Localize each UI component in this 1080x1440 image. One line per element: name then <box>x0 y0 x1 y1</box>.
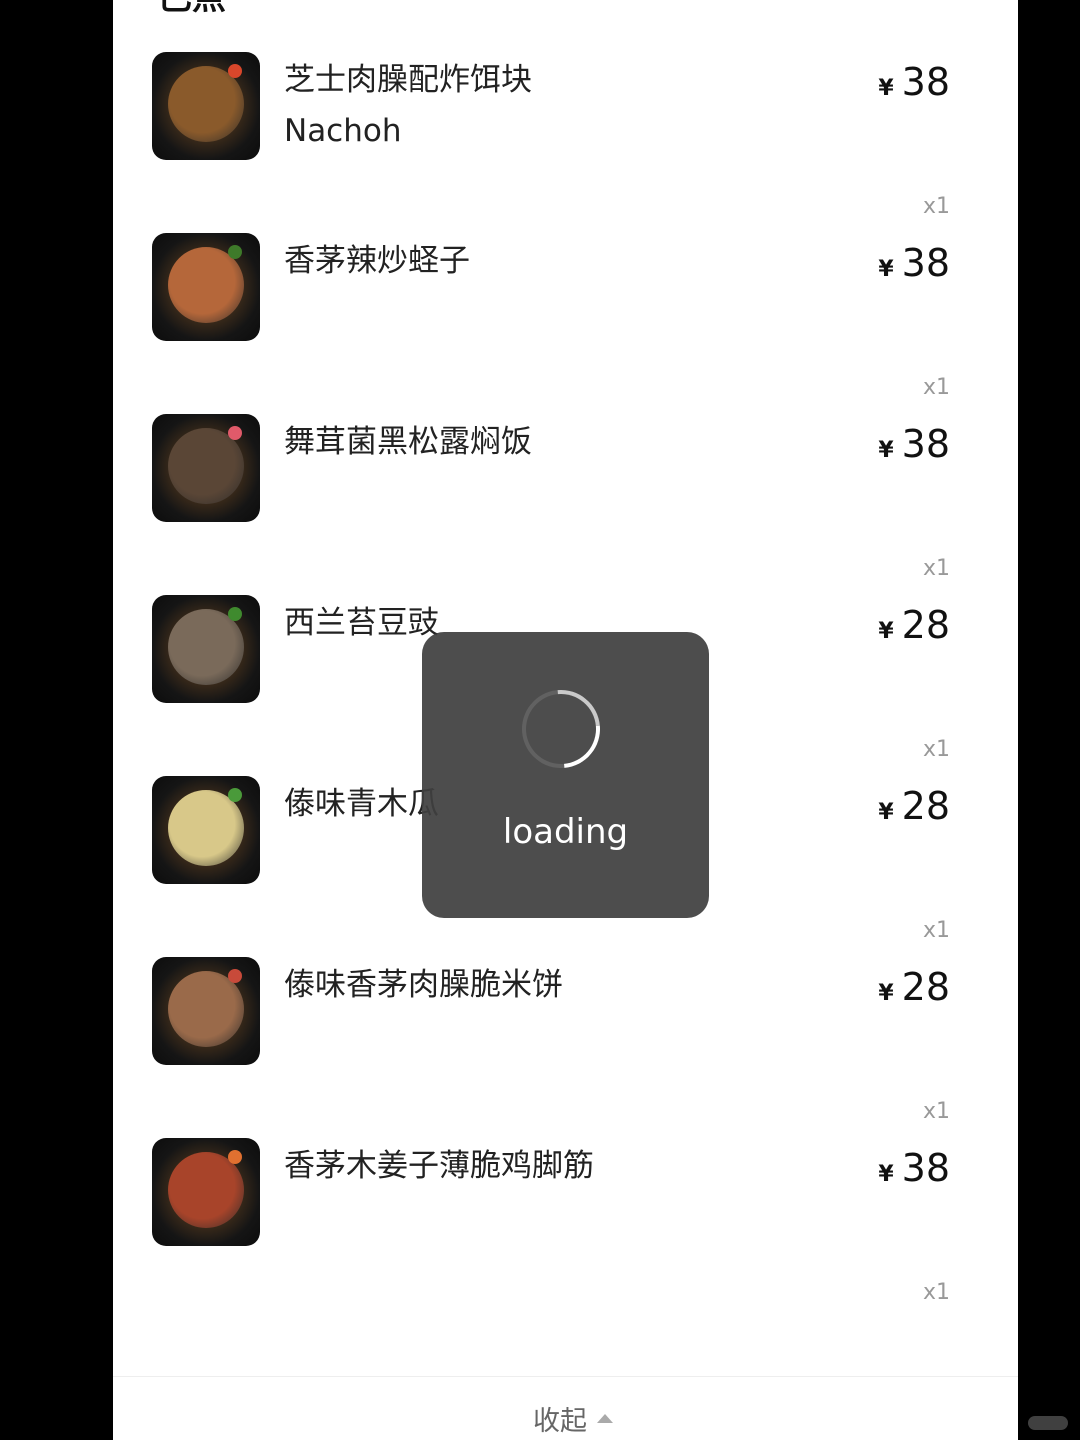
footer-bar: 收起 <box>113 1376 1018 1440</box>
dish-price: ¥28 <box>878 965 950 1009</box>
currency-symbol: ¥ <box>878 1162 894 1187</box>
price-amount: 38 <box>901 60 950 104</box>
dish-image <box>152 414 260 522</box>
collapse-button[interactable]: 收起 <box>533 1399 613 1438</box>
dish-quantity: x1 <box>922 918 950 943</box>
price-amount: 38 <box>901 1146 950 1190</box>
order-item[interactable]: 舞茸菌黑松露焖饭 ¥38 x1 <box>113 414 1018 595</box>
dish-name: 舞茸菌黑松露焖饭 <box>284 424 532 460</box>
dish-quantity: x1 <box>922 375 950 400</box>
dish-price: ¥28 <box>878 784 950 828</box>
dish-garnish <box>228 788 242 802</box>
collapse-label: 收起 <box>533 1406 587 1437</box>
loading-toast: loading <box>422 632 709 918</box>
dish-name: 香茅辣炒蛏子 <box>284 243 470 279</box>
dish-image <box>152 776 260 884</box>
dish-garnish <box>228 64 242 78</box>
price-amount: 38 <box>901 241 950 285</box>
currency-symbol: ¥ <box>878 800 894 825</box>
price-amount: 28 <box>901 784 950 828</box>
dish-garnish <box>228 245 242 259</box>
currency-symbol: ¥ <box>878 981 894 1006</box>
dish-garnish <box>228 1150 242 1164</box>
currency-symbol: ¥ <box>878 257 894 282</box>
price-amount: 28 <box>901 965 950 1009</box>
section-title: 已点 <box>158 0 226 18</box>
dish-price: ¥38 <box>878 60 950 104</box>
dish-garnish <box>228 969 242 983</box>
price-amount: 28 <box>901 603 950 647</box>
order-item[interactable]: 傣味香茅肉臊脆米饼 ¥28 x1 <box>113 957 1018 1138</box>
dish-quantity: x1 <box>922 1099 950 1124</box>
dish-image <box>152 1138 260 1246</box>
dish-image <box>152 52 260 160</box>
dish-quantity: x1 <box>922 194 950 219</box>
dish-image <box>152 595 260 703</box>
dish-price: ¥38 <box>878 241 950 285</box>
dish-name: 傣味香茅肉臊脆米饼 <box>284 967 563 1003</box>
order-item[interactable]: 香茅木姜子薄脆鸡脚筋 ¥38 x1 <box>113 1138 1018 1319</box>
dish-quantity: x1 <box>922 737 950 762</box>
order-item[interactable]: 香茅辣炒蛏子 ¥38 x1 <box>113 233 1018 414</box>
loading-spinner-icon <box>506 674 616 784</box>
dish-price: ¥38 <box>878 422 950 466</box>
dish-image <box>152 233 260 341</box>
dish-name: 香茅木姜子薄脆鸡脚筋 <box>284 1148 594 1184</box>
currency-symbol: ¥ <box>878 619 894 644</box>
dish-garnish <box>228 426 242 440</box>
dish-quantity: x1 <box>922 556 950 581</box>
currency-symbol: ¥ <box>878 76 894 101</box>
dish-price: ¥28 <box>878 603 950 647</box>
dish-quantity: x1 <box>922 1280 950 1305</box>
dish-name: 芝士肉臊配炸饵块Nachoh <box>284 62 532 149</box>
caret-up-icon <box>597 1414 613 1423</box>
currency-symbol: ¥ <box>878 438 894 463</box>
price-amount: 38 <box>901 422 950 466</box>
watermark-logo <box>1028 1416 1068 1430</box>
dish-price: ¥38 <box>878 1146 950 1190</box>
loading-text: loading <box>502 812 629 852</box>
dish-garnish <box>228 607 242 621</box>
dish-image <box>152 957 260 1065</box>
order-item[interactable]: 芝士肉臊配炸饵块Nachoh ¥38 x1 <box>113 52 1018 233</box>
